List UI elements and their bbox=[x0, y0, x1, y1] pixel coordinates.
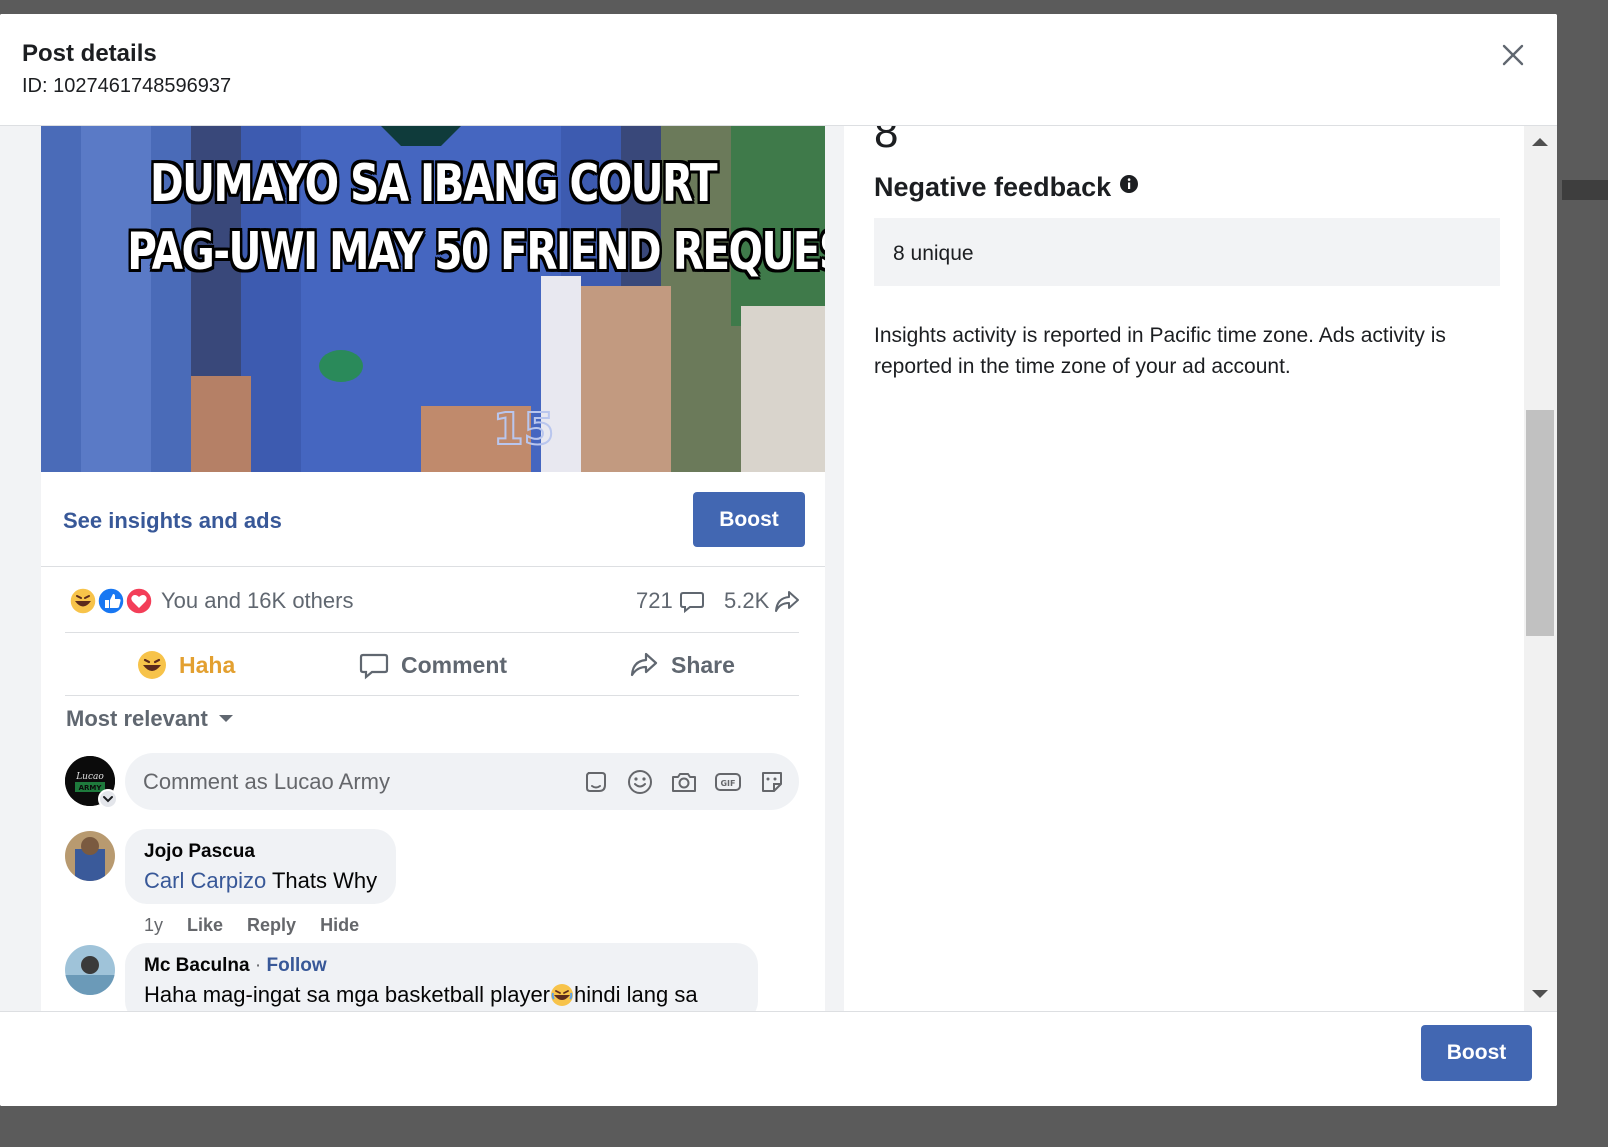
insights-panel: 8 Negative feedback 8 unique Insights ac… bbox=[844, 126, 1524, 1011]
see-insights-link[interactable]: See insights and ads bbox=[63, 508, 282, 534]
dialog-title: Post details bbox=[22, 40, 157, 67]
boost-button[interactable]: Boost bbox=[693, 492, 805, 547]
comment-body-continued: hindi lang sa bbox=[574, 982, 698, 1007]
insights-row: See insights and ads Boost bbox=[41, 472, 825, 567]
negative-feedback-heading: Negative feedback bbox=[874, 172, 1139, 203]
negative-feedback-count: 8 bbox=[893, 242, 905, 265]
backdrop-strip bbox=[1562, 180, 1608, 200]
svg-text:15: 15 bbox=[493, 404, 554, 455]
comment-icon bbox=[359, 653, 389, 680]
comment-text: Carl Carpizo Thats Why bbox=[144, 868, 377, 894]
meme-text-line1: DUMAYO SA IBANG COURT bbox=[150, 154, 718, 214]
negative-feedback-title: Negative feedback bbox=[874, 172, 1112, 202]
reactions-row: You and 16K others 721 5.2K bbox=[65, 567, 801, 633]
post-id: ID: 1027461748596937 bbox=[22, 75, 232, 97]
comment-count-value: 721 bbox=[636, 588, 673, 613]
comment-composer: Lucao ARMY Comment as Lucao Army GIF bbox=[65, 753, 799, 811]
negative-feedback-unit: unique bbox=[904, 242, 974, 265]
comment-body: Thats Why bbox=[266, 868, 378, 893]
comment-reply-link[interactable]: Reply bbox=[247, 915, 296, 936]
svg-text:ARMY: ARMY bbox=[79, 784, 103, 792]
follow-link[interactable]: Follow bbox=[266, 955, 326, 976]
comment-bubble-icon bbox=[679, 592, 704, 614]
haha-icon bbox=[138, 651, 166, 679]
share-label: Share bbox=[671, 651, 735, 678]
haha-label: Haha bbox=[179, 651, 236, 678]
commenter-avatar[interactable] bbox=[65, 831, 115, 881]
comment-count[interactable]: 721 bbox=[636, 588, 705, 614]
comment-time[interactable]: 1y bbox=[144, 915, 163, 936]
comment-mention[interactable]: Carl Carpizo bbox=[144, 868, 266, 893]
comment-bubble: Jojo Pascua Carl Carpizo Thats Why bbox=[125, 829, 397, 904]
post-actions: Haha Comment Share bbox=[65, 633, 799, 696]
love-reaction-icon bbox=[125, 587, 153, 615]
comment-separator: · bbox=[249, 955, 267, 976]
dialog-header: Post details ID: 1027461748596937 bbox=[0, 14, 1557, 126]
svg-text:Lucao: Lucao bbox=[75, 772, 104, 782]
share-arrow-icon bbox=[775, 591, 800, 612]
comment-author[interactable]: Mc Baculna bbox=[144, 955, 250, 976]
share-count[interactable]: 5.2K bbox=[724, 588, 801, 614]
share-button[interactable]: Share bbox=[629, 647, 735, 683]
vertical-scrollbar[interactable] bbox=[1524, 126, 1557, 1011]
negative-feedback-box: 8 unique bbox=[874, 218, 1500, 286]
reactions-summary[interactable]: You and 16K others bbox=[161, 588, 353, 614]
post-details-dialog: Post details ID: 1027461748596937 15 DUM… bbox=[0, 14, 1557, 1106]
haha-reaction-icon bbox=[69, 587, 97, 615]
reaction-icons[interactable] bbox=[69, 587, 159, 615]
share-icon bbox=[630, 652, 658, 677]
share-count-value: 5.2K bbox=[724, 588, 770, 613]
comment-label: Comment bbox=[401, 651, 508, 678]
comment-body: Haha mag-ingat sa mga basketball player bbox=[144, 982, 551, 1007]
avatar-sticker-icon[interactable] bbox=[581, 767, 611, 797]
laughing-emoji-icon bbox=[551, 984, 574, 1006]
profile-switch-chevron[interactable] bbox=[98, 789, 118, 809]
camera-icon[interactable] bbox=[669, 767, 699, 797]
gif-icon[interactable]: GIF bbox=[713, 767, 743, 797]
svg-text:GIF: GIF bbox=[720, 779, 735, 788]
page-backdrop bbox=[1557, 0, 1608, 1147]
sort-label: Most relevant bbox=[66, 706, 208, 731]
comment-hide-link[interactable]: Hide bbox=[320, 915, 359, 936]
scrollbar-thumb[interactable] bbox=[1526, 410, 1554, 636]
comment-text: Haha mag-ingat sa mga basketball player h… bbox=[144, 982, 739, 1008]
comment-author[interactable]: Jojo Pascua bbox=[144, 841, 377, 863]
comment-input-placeholder: Comment as Lucao Army bbox=[143, 769, 390, 794]
comment-input[interactable]: Comment as Lucao Army GIF bbox=[125, 753, 799, 810]
scroll-up-arrow-icon[interactable] bbox=[1532, 138, 1548, 146]
comment-sort-dropdown[interactable]: Most relevant bbox=[66, 706, 234, 732]
comment-bubble: Mc Baculna · Follow Haha mag-ingat sa mg… bbox=[125, 943, 758, 1011]
comment-author-line: Mc Baculna · Follow bbox=[144, 955, 739, 977]
footer-boost-button[interactable]: Boost bbox=[1421, 1025, 1532, 1081]
post-image[interactable]: 15 DUMAYO SA IBANG COURT PAG-UWI MAY 50 … bbox=[41, 126, 825, 472]
haha-button[interactable]: Haha bbox=[137, 647, 235, 683]
negative-feedback-value: 8 unique bbox=[893, 242, 974, 266]
sticker-icon[interactable] bbox=[757, 767, 787, 797]
like-reaction-icon bbox=[97, 587, 125, 615]
comment-meta: 1y Like Reply Hide bbox=[144, 915, 359, 936]
comment-button[interactable]: Comment bbox=[359, 647, 507, 683]
timezone-note: Insights activity is reported in Pacific… bbox=[874, 324, 1446, 378]
post-card: 15 DUMAYO SA IBANG COURT PAG-UWI MAY 50 … bbox=[41, 126, 825, 1011]
close-button[interactable] bbox=[1496, 38, 1530, 72]
commenter-avatar[interactable] bbox=[65, 945, 115, 995]
dialog-footer: Boost bbox=[0, 1011, 1557, 1106]
dialog-body: 15 DUMAYO SA IBANG COURT PAG-UWI MAY 50 … bbox=[0, 126, 1557, 1011]
scroll-down-arrow-icon[interactable] bbox=[1532, 990, 1548, 998]
meme-text-line2: PAG-UWI MAY 50 FRIEND REQUESTS. bbox=[127, 222, 825, 282]
post-column: 15 DUMAYO SA IBANG COURT PAG-UWI MAY 50 … bbox=[22, 126, 844, 1011]
info-icon[interactable] bbox=[1119, 174, 1139, 194]
chevron-down-icon bbox=[103, 796, 113, 803]
caret-down-icon bbox=[218, 715, 233, 722]
metric-value: 8 bbox=[874, 126, 899, 157]
close-icon bbox=[1502, 44, 1524, 66]
emoji-icon[interactable] bbox=[625, 767, 655, 797]
comment-like-link[interactable]: Like bbox=[187, 915, 223, 936]
